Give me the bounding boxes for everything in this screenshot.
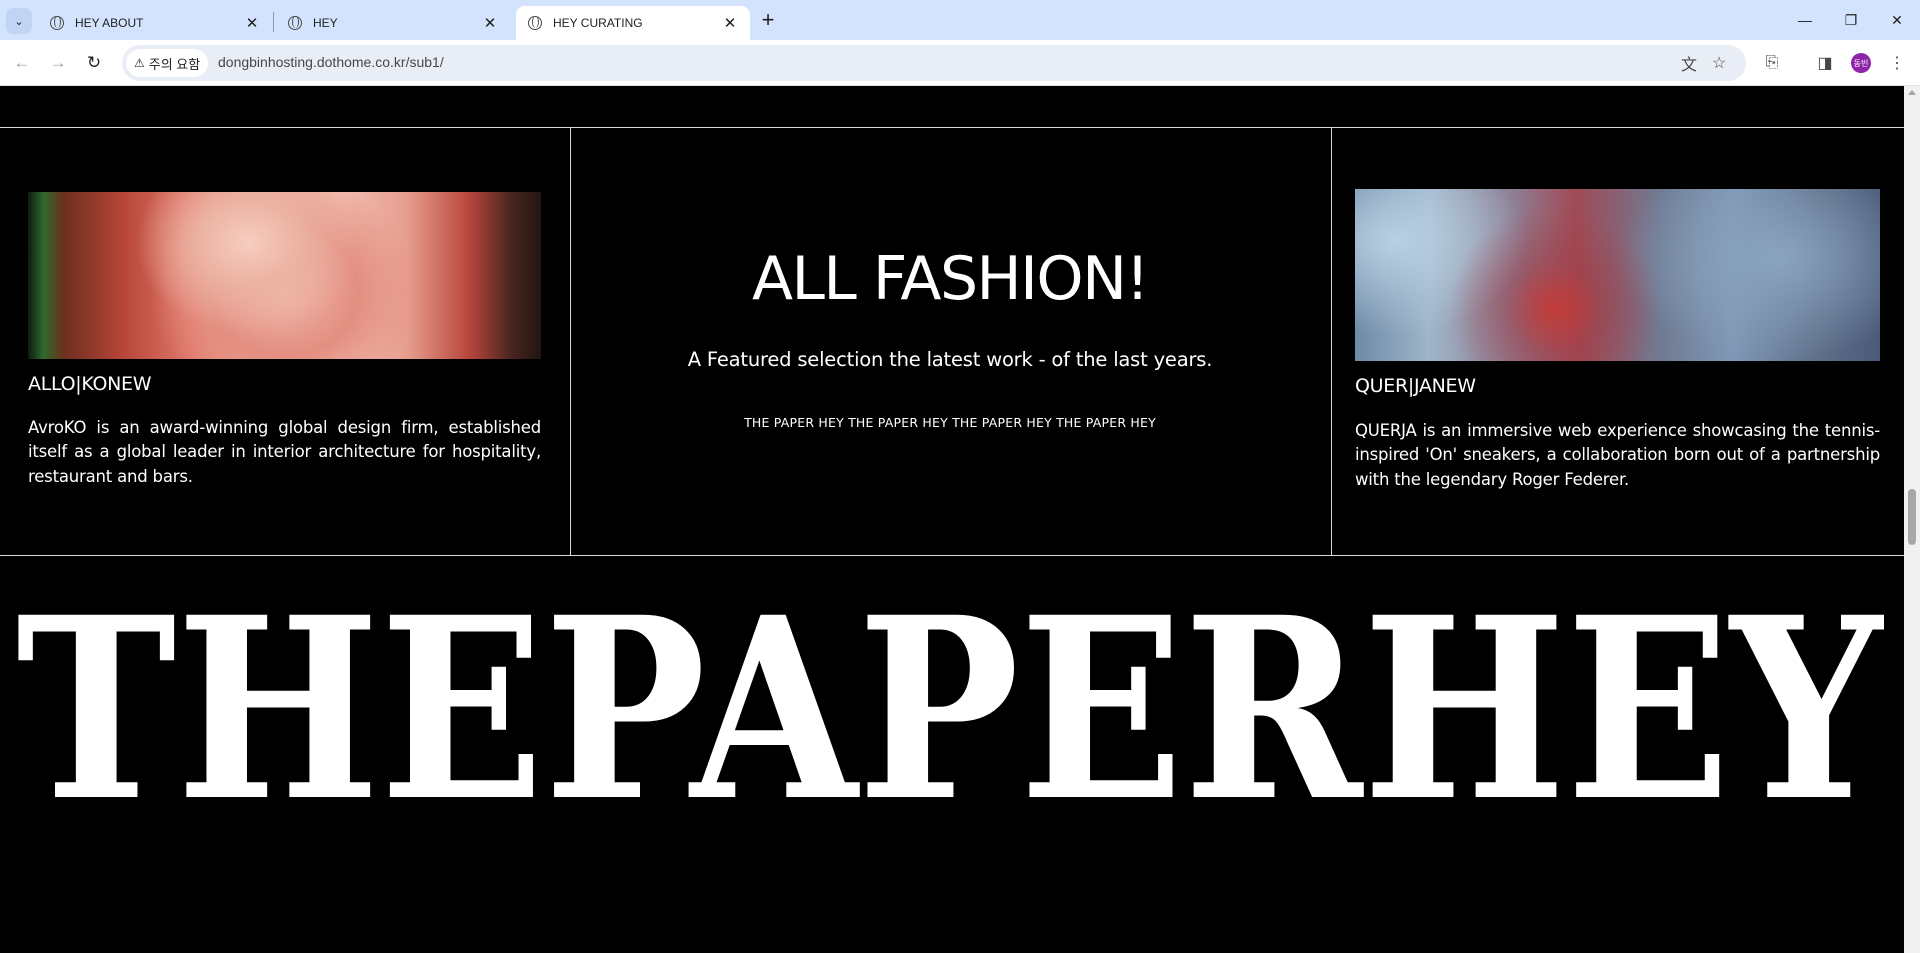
page-content: ALLO|KONEW AvroKO is an award-winning gl… [0, 86, 1904, 953]
forward-button[interactable]: → [43, 48, 73, 78]
globe-icon [50, 16, 64, 30]
close-icon[interactable]: ✕ [482, 14, 498, 32]
back-button[interactable]: ← [7, 48, 37, 78]
security-chip[interactable]: ⚠ 주의 요함 [126, 49, 209, 77]
address-bar[interactable]: ⚠ 주의 요함 dongbinhosting.dothome.co.kr/sub… [122, 45, 1746, 81]
arrow-left-icon: ← [13, 53, 31, 72]
globe-icon [528, 16, 542, 30]
tab-separator [273, 12, 274, 32]
quer-janew-description: QUERJA is an immersive web experience sh… [1355, 421, 1880, 489]
tab-search-button[interactable]: ⌄ [6, 8, 32, 34]
side-panel-icon[interactable]: ◨ [1810, 48, 1840, 78]
minimize-icon: — [1798, 12, 1812, 28]
allo-konew-title[interactable]: ALLO|KONEW [28, 373, 152, 395]
reload-button[interactable]: ↻ [79, 48, 109, 78]
close-icon[interactable]: ✕ [244, 14, 260, 32]
reload-icon: ↻ [86, 53, 102, 72]
avatar-initials: 동빈 [1853, 58, 1869, 68]
tab-title: HEY ABOUT [75, 16, 144, 30]
browser-toolbar: ← → ↻ ⚠ 주의 요함 dongbinhosting.dothome.co.… [0, 40, 1920, 86]
new-tab-button[interactable]: + [756, 6, 780, 34]
translate-icon[interactable]: 文 [1678, 52, 1700, 74]
arrow-right-icon: → [49, 53, 67, 72]
page-scrollbar[interactable] [1904, 86, 1920, 953]
section-divider-bottom [0, 555, 1904, 556]
column-divider [1331, 127, 1332, 555]
allo-konew-image[interactable] [28, 192, 541, 359]
warning-icon: ⚠ [134, 56, 145, 70]
tab-title: HEY [313, 16, 338, 30]
security-chip-label: 주의 요함 [148, 56, 201, 72]
close-window-button[interactable]: ✕ [1874, 0, 1920, 40]
chevron-down-icon: ⌄ [14, 15, 24, 28]
minimize-button[interactable]: — [1782, 0, 1828, 40]
tab-hey-about[interactable]: HEY ABOUT ✕ [38, 6, 272, 40]
featured-selection-subtitle: A Featured selection the latest work - o… [687, 348, 1213, 371]
profile-avatar[interactable]: 동빈 [1851, 53, 1871, 73]
tab-title: HEY CURATING [553, 16, 643, 30]
restore-button[interactable]: ❐ [1828, 0, 1874, 40]
tab-hey[interactable]: HEY ✕ [276, 6, 510, 40]
restore-icon: ❐ [1844, 11, 1858, 28]
allo-konew-description: AvroKO is an award-winning global design… [28, 418, 541, 486]
scrollbar-thumb[interactable] [1908, 489, 1916, 545]
tab-strip: ⌄ HEY ABOUT ✕ HEY ✕ HEY CURATING ✕ + — ❐… [0, 0, 1920, 40]
close-icon[interactable]: ✕ [722, 14, 738, 32]
quer-janew-title[interactable]: QUER|JANEW [1355, 375, 1476, 397]
close-icon: ✕ [1891, 11, 1903, 28]
scroll-up-arrow-icon[interactable] [1908, 90, 1916, 95]
plus-icon: + [761, 7, 775, 32]
wordmark-text: THEPAPERHEY [16, 611, 1884, 807]
extensions-icon[interactable]: ⎘ [1757, 48, 1787, 78]
bookmark-star-icon[interactable]: ☆ [1708, 52, 1730, 74]
more-menu-icon[interactable]: ⋮ [1882, 48, 1912, 78]
url-text[interactable]: dongbinhosting.dothome.co.kr/sub1/ [218, 54, 444, 70]
all-fashion-heading: ALL FASHION! [751, 244, 1150, 314]
tab-hey-curating[interactable]: HEY CURATING ✕ [516, 6, 750, 40]
section-divider-top [0, 127, 1904, 128]
paper-hey-marquee: THE PAPER HEY THE PAPER HEY THE PAPER HE… [744, 415, 1156, 430]
thepaperhey-wordmark: THEPAPERHEY [16, 611, 1884, 807]
quer-janew-image[interactable] [1355, 189, 1880, 361]
column-divider [570, 127, 571, 555]
globe-icon [288, 16, 302, 30]
